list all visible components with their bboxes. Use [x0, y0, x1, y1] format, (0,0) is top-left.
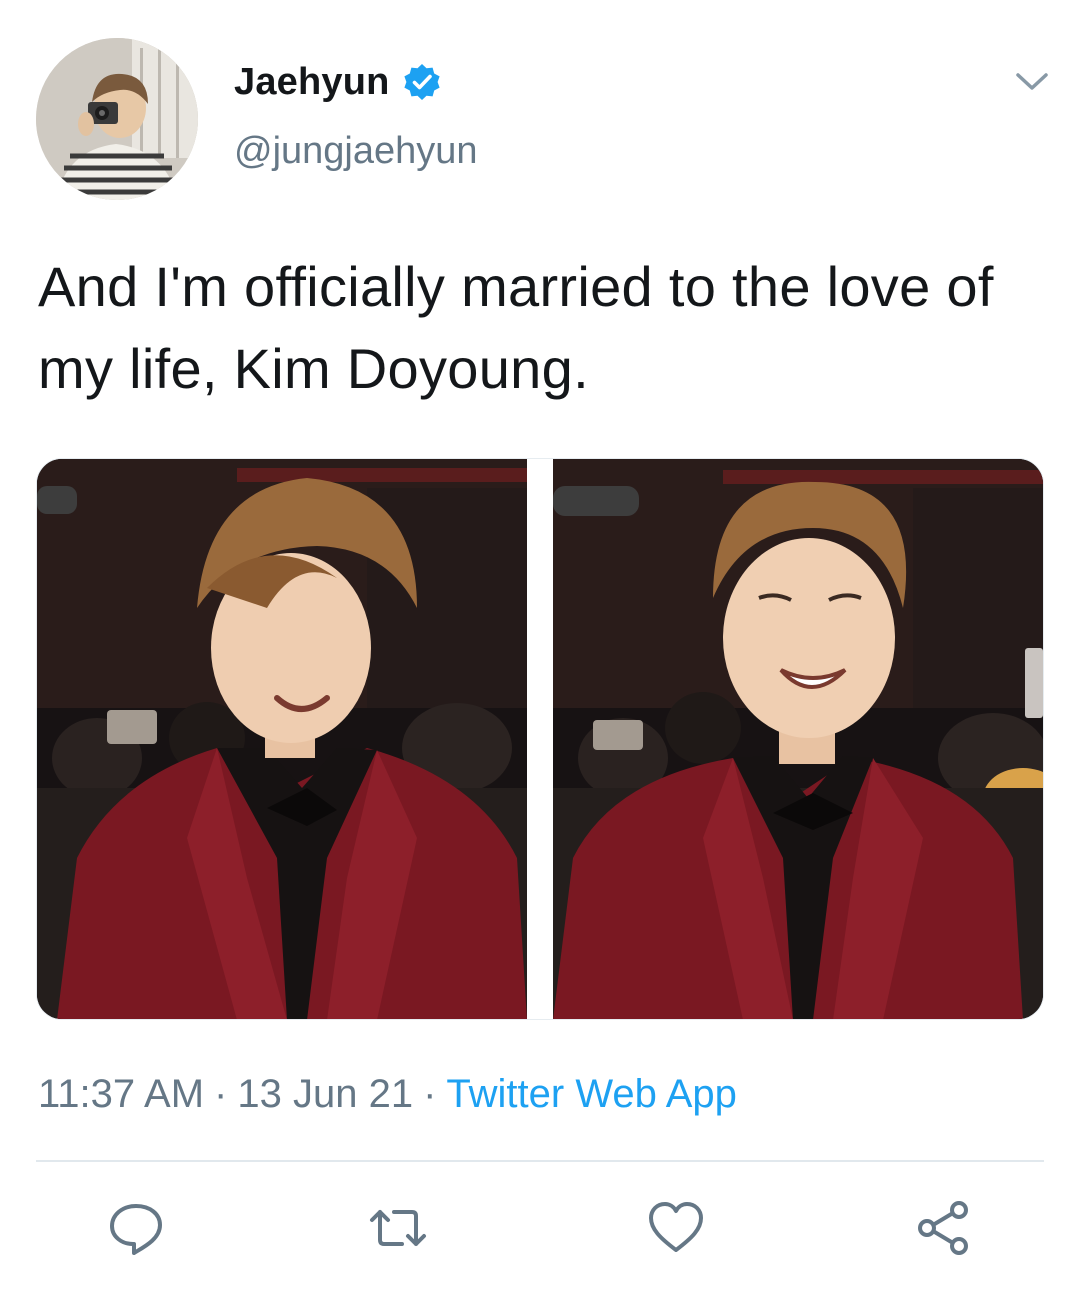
user-handle[interactable]: @jungjaehyun	[234, 130, 478, 173]
avatar-photo	[36, 38, 198, 200]
tweet-author[interactable]: Jaehyun @jungjaehyun	[234, 58, 478, 173]
heart-icon	[649, 1202, 703, 1252]
reply-icon	[110, 1204, 162, 1255]
photo-1-image	[37, 459, 527, 1019]
share-button[interactable]	[914, 1198, 974, 1258]
tweet-photo-1[interactable]	[37, 459, 527, 1019]
retweet-button[interactable]	[368, 1198, 428, 1258]
retweet-icon	[370, 1210, 426, 1246]
media-grid	[36, 458, 1044, 1020]
avatar[interactable]	[36, 38, 198, 200]
author-name-row: Jaehyun	[234, 58, 478, 106]
display-name[interactable]: Jaehyun	[234, 61, 390, 104]
meta-separator: ·	[214, 1072, 228, 1116]
divider	[36, 1160, 1044, 1162]
tweet-source-link[interactable]: Twitter Web App	[446, 1072, 737, 1116]
tweet-text: And I'm officially married to the love o…	[38, 255, 994, 400]
tweet-date[interactable]: 13 Jun 21	[237, 1072, 413, 1116]
reply-button[interactable]	[106, 1198, 166, 1258]
tweet-photo-2[interactable]	[553, 459, 1043, 1019]
tweet-time[interactable]: 11:37 AM	[38, 1072, 204, 1116]
verified-badge-icon	[402, 62, 442, 102]
meta-separator: ·	[423, 1072, 437, 1116]
chevron-down-icon[interactable]	[1012, 66, 1052, 96]
photo-2-image	[553, 459, 1043, 1019]
tweet-meta: 11:37 AM · 13 Jun 21 · Twitter Web App	[38, 1072, 737, 1117]
share-icon	[918, 1201, 968, 1255]
like-button[interactable]	[646, 1198, 706, 1258]
